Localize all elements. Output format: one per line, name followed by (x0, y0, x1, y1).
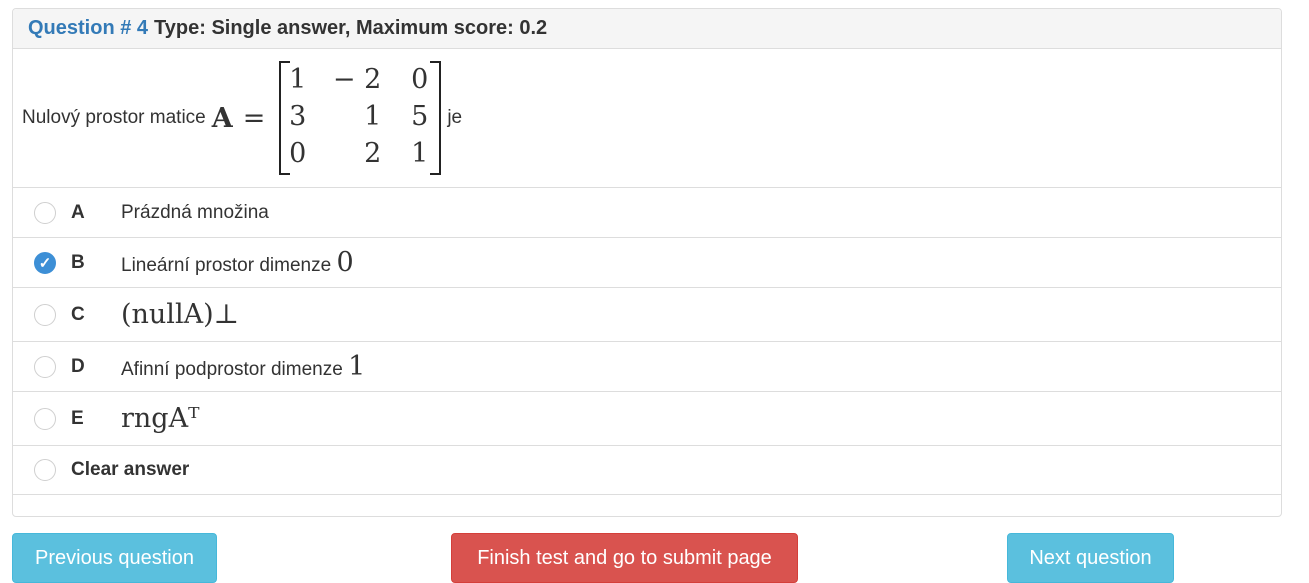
option-c[interactable]: C (nullA)⊥ (13, 287, 1281, 341)
question-suffix: je (447, 107, 463, 128)
check-icon: ✓ (38, 254, 52, 272)
clear-answer-label: Clear answer (71, 459, 190, 480)
option-a[interactable]: A Prázdná množina (13, 187, 1281, 237)
question-text: Nulový prostor matice A = 1 − 2 0 3 1 5 … (13, 49, 1281, 187)
matrix-cell: 5 (411, 101, 429, 132)
matrix-cell: 0 (289, 138, 307, 169)
radio-a[interactable] (34, 201, 56, 224)
matrix-cell: − 2 (332, 64, 382, 95)
clear-answer-option[interactable]: Clear answer (13, 445, 1281, 495)
right-bracket (430, 61, 442, 175)
equals-sign: = (242, 102, 266, 134)
option-d[interactable]: D Afinní podprostor dimenze 1 (13, 341, 1281, 391)
option-math: 0 (336, 247, 354, 278)
option-letter: B (71, 251, 85, 273)
option-b[interactable]: ✓ B Lineární prostor dimenze 0 (13, 237, 1281, 287)
radio-clear[interactable] (34, 459, 56, 481)
radio-d[interactable] (34, 355, 56, 378)
radio-e[interactable] (34, 407, 56, 430)
question-header: Question # 4 Type: Single answer, Maximu… (13, 9, 1281, 49)
question-panel: Question # 4 Type: Single answer, Maximu… (12, 8, 1282, 517)
matrix-cell: 1 (289, 64, 307, 95)
option-math: 1 (348, 351, 366, 382)
option-content: Lineární prostor dimenze 0 (121, 247, 354, 278)
option-letter: E (71, 407, 84, 429)
option-text: Afinní podprostor dimenze (121, 359, 343, 380)
question-prefix: Nulový prostor matice (22, 107, 206, 128)
radio-b-checked[interactable]: ✓ (34, 251, 56, 274)
matrix-symbol: A (211, 102, 233, 134)
option-letter: A (71, 201, 85, 223)
matrix-cell: 1 (364, 101, 382, 132)
matrix-cell: 3 (289, 101, 307, 132)
option-math: (nullA)⊥ (121, 299, 240, 330)
option-text: Lineární prostor dimenze (121, 255, 332, 276)
matrix-cell: 0 (411, 64, 429, 95)
matrix-cell: 1 (411, 138, 429, 169)
option-e[interactable]: E rngAᵀ (13, 391, 1281, 445)
option-letter: C (71, 303, 85, 325)
option-content: Afinní podprostor dimenze 1 (121, 351, 365, 382)
option-math: rngAᵀ (121, 403, 200, 434)
question-number: Question # 4 (28, 17, 149, 39)
matrix-cell: 2 (364, 138, 382, 169)
radio-c[interactable] (34, 303, 56, 326)
option-text: Prázdná množina (121, 201, 269, 223)
matrix: 1 − 2 0 3 1 5 0 2 1 (279, 61, 442, 175)
answer-options: A Prázdná množina ✓ B Lineární prostor d… (13, 187, 1281, 495)
option-letter: D (71, 355, 85, 377)
question-type: Type: Single answer, Maximum score: 0.2 (154, 17, 548, 39)
